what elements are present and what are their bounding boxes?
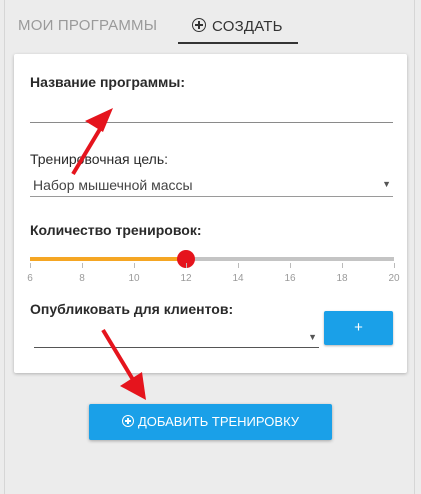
annotation-arrows — [71, 108, 146, 400]
annotation-arrow-add — [101, 328, 146, 400]
annotation-arrow-name — [71, 108, 113, 176]
